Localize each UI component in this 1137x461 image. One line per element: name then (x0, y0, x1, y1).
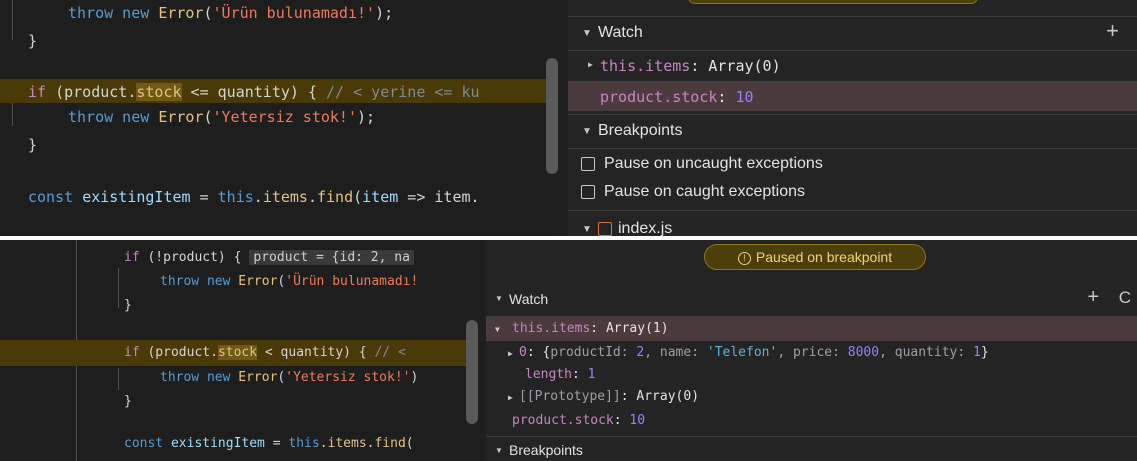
paused-banner: ! Paused on breakpoint (704, 244, 926, 270)
debugger-panel-top: throw new Error('Ürün bulunamadı!'); } i… (0, 0, 1137, 236)
code-line: const existingItem = this.items.find( (124, 436, 414, 451)
debugger-sidebar: ! Paused on breakpoint ▼ Watch + C ▼ this… (486, 240, 1137, 461)
watch-item-items[interactable]: ▶ this.items: Array(0) (568, 50, 1137, 80)
watch-item-stock[interactable]: product.stock: 10 (486, 410, 1137, 432)
caret-down-icon: ▼ (582, 28, 592, 39)
file-row[interactable]: ▼ index.js (568, 218, 1137, 236)
caret-right-icon: ▶ (508, 349, 513, 358)
breakpoints-title: Breakpoints (509, 442, 583, 458)
watch-child-prototype[interactable]: ▶ [[Prototype]]: Array(0) (486, 386, 1137, 408)
watch-child-length: length: 1 (525, 367, 596, 382)
caret-right-icon: ▶ (508, 393, 513, 402)
breakpoints-title: Breakpoints (598, 122, 683, 139)
checkbox[interactable] (581, 185, 595, 199)
file-name: index.js (618, 220, 673, 236)
code-line: throw new Error('Yetersiz stok!'); (68, 108, 376, 126)
watch-child-0[interactable]: ▶ 0: {productId: 2, name: 'Telefon', pri… (486, 342, 1137, 364)
code-line: throw new Error('Ürün bulunamadı!'); (68, 4, 394, 22)
debugger-sidebar: ▼ Watch + ▶ this.items: Array(0) product… (568, 0, 1137, 236)
code-editor[interactable]: if (!product) {product = {id: 2, na thro… (0, 240, 470, 461)
add-watch-button[interactable]: + (1087, 286, 1099, 309)
code-line: } (124, 394, 132, 409)
caret-down-icon: ▼ (582, 224, 592, 235)
watch-title: Watch (598, 24, 643, 41)
code-line: } (124, 298, 132, 313)
caret-down-icon: ▼ (582, 126, 592, 137)
watch-item-items[interactable]: ▼ this.items: Array(1) (486, 317, 1137, 341)
paused-banner-edge (688, 0, 978, 4)
pause-uncaught-option[interactable]: Pause on uncaught exceptions (568, 153, 1137, 177)
code-line-current: if (product.stock < quantity) { // < (0, 340, 470, 366)
watch-header[interactable]: ▼ Watch + (568, 16, 1137, 50)
inline-value-preview: product = {id: 2, na (249, 250, 414, 265)
code-line: throw new Error('Ürün bulunamadı! (160, 274, 419, 289)
add-watch-button[interactable]: + (1106, 18, 1119, 44)
code-line: const existingItem = this.items.find(ite… (28, 188, 480, 206)
refresh-icon[interactable]: C (1119, 288, 1131, 308)
breakpoints-header[interactable]: ▼ Breakpoints (568, 114, 1137, 148)
js-file-icon (598, 222, 612, 236)
debugger-panel-bottom: if (!product) {product = {id: 2, na thro… (0, 240, 1137, 461)
watch-item-stock[interactable]: product.stock: 10 (568, 81, 1137, 111)
breakpoints-header[interactable]: ▼ Breakpoints (486, 437, 1137, 461)
caret-down-icon: ▼ (495, 446, 503, 455)
code-line: } (28, 32, 38, 50)
code-line-current: if (product.stock <= quantity) { // < ye… (0, 79, 556, 103)
watch-title: Watch (509, 291, 549, 307)
code-line: if (!product) {product = {id: 2, na (124, 250, 470, 265)
editor-scrollbar[interactable] (466, 320, 478, 424)
watch-header[interactable]: ▼ Watch + C (486, 284, 1137, 314)
code-editor[interactable]: throw new Error('Ürün bulunamadı!'); } i… (0, 0, 556, 236)
caret-down-icon: ▼ (495, 325, 500, 334)
editor-scrollbar[interactable] (546, 58, 558, 174)
caret-right-icon: ▶ (588, 60, 593, 69)
code-line: throw new Error('Yetersiz stok!') (160, 370, 419, 385)
code-line: } (28, 136, 38, 154)
pause-caught-option[interactable]: Pause on caught exceptions (568, 181, 1137, 205)
info-icon: ! (737, 252, 751, 265)
checkbox[interactable] (581, 157, 595, 171)
paused-banner-text: Paused on breakpoint (755, 249, 893, 265)
caret-down-icon: ▼ (495, 294, 503, 303)
